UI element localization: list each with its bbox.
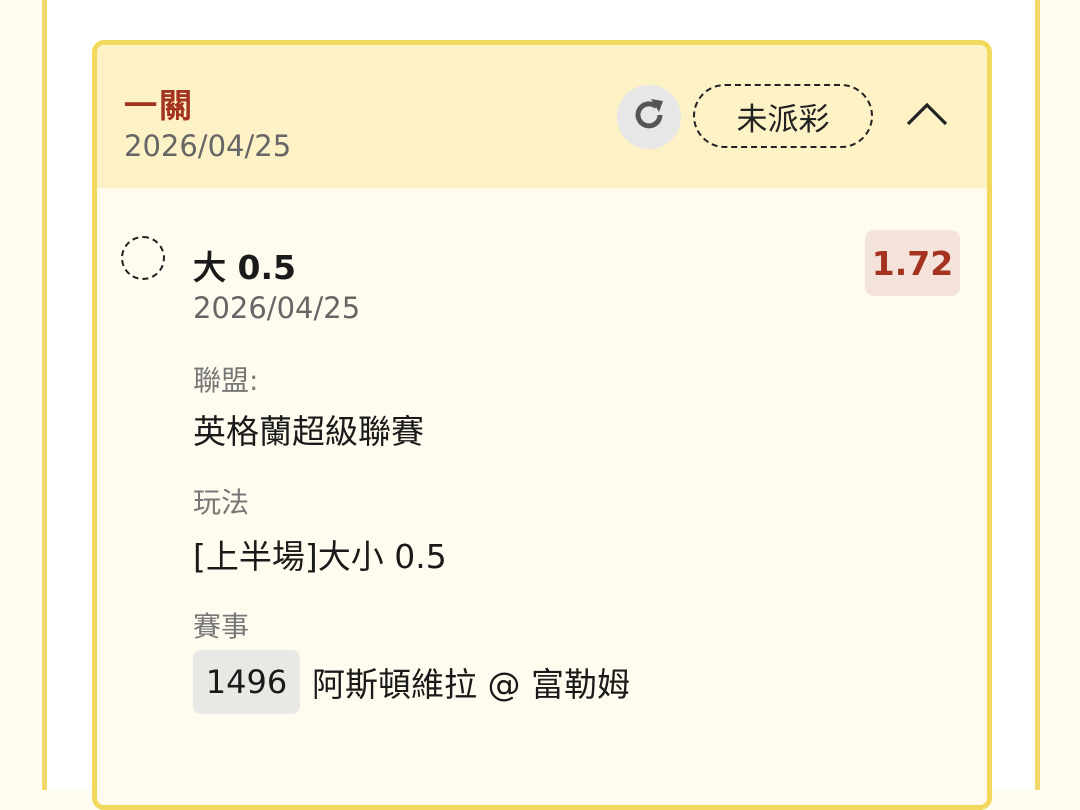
bet-card: 一關 2026/04/25 未派彩 大 0.5 2026/04/25 1.72 … [92,40,992,810]
market-label: 玩法 [193,486,250,519]
refresh-icon [627,93,671,141]
bet-date: 2026/04/25 [124,129,292,163]
payout-status-badge: 未派彩 [693,84,873,148]
bet-type-title: 一關 [124,86,194,125]
refresh-button[interactable] [617,85,681,149]
league-value: 英格蘭超級聯賽 [193,412,424,451]
event-id-badge: 1496 [193,650,300,714]
league-label: 聯盟: [193,364,259,397]
selection-radio[interactable] [121,236,165,280]
event-label: 賽事 [193,610,250,643]
market-value: [上半場]大小 0.5 [193,537,447,576]
selection-date: 2026/04/25 [193,291,361,325]
card-header: 一關 2026/04/25 未派彩 [97,45,987,188]
event-teams: 阿斯頓維拉 @ 富勒姆 [312,665,630,704]
event-row: 1496 阿斯頓維拉 @ 富勒姆 [193,650,630,714]
selection-name: 大 0.5 [193,248,296,287]
odds-badge: 1.72 [865,230,960,296]
chevron-up-icon [904,100,950,132]
collapse-button[interactable] [897,91,957,141]
